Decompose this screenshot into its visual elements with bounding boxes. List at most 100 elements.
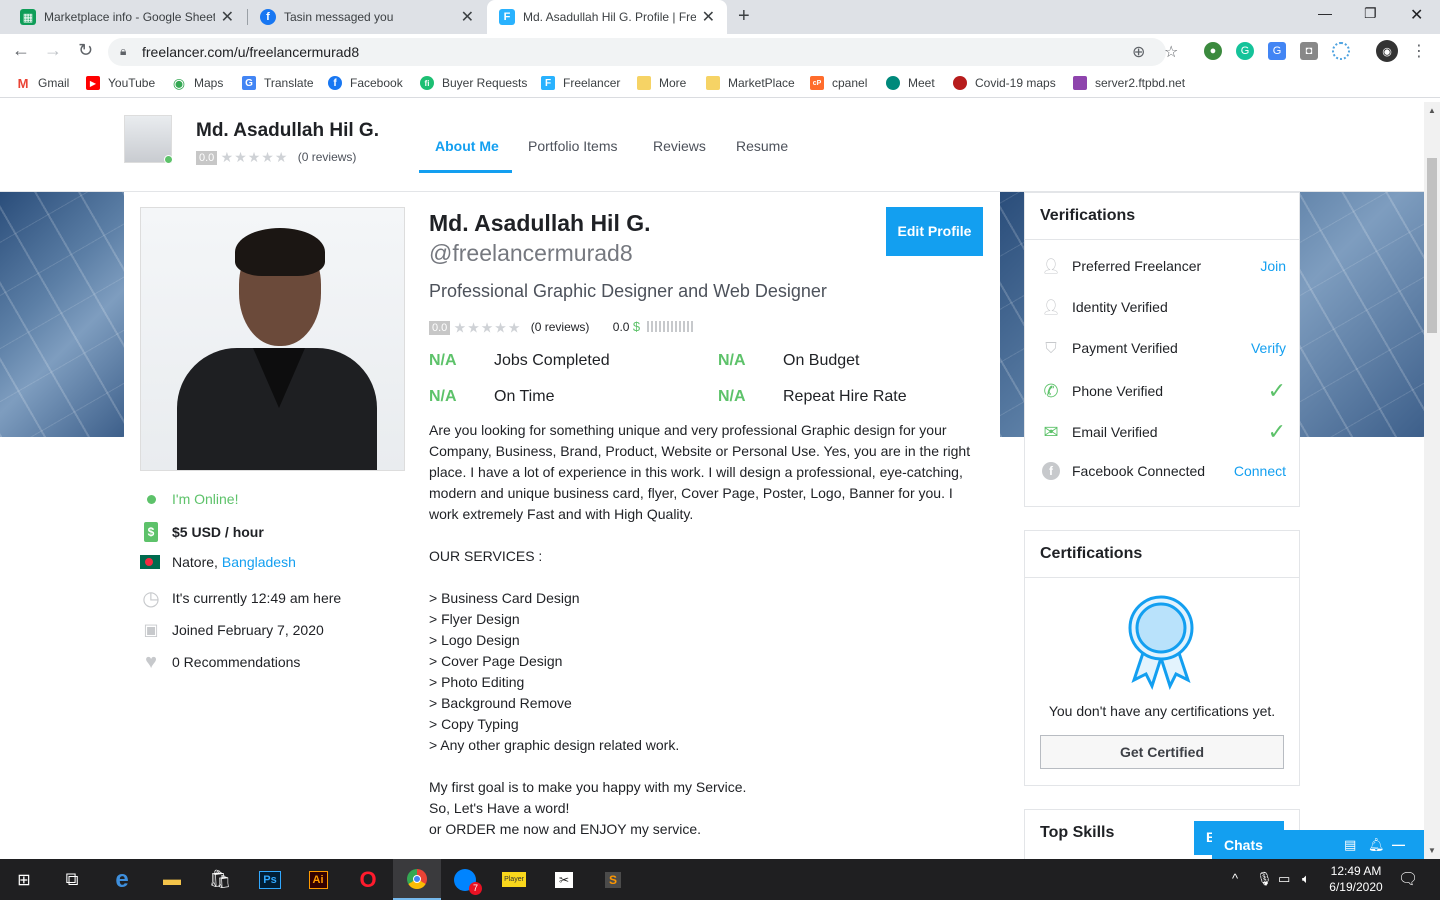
minimize-icon[interactable]: — [1318,5,1332,21]
connect-link[interactable]: Connect [1234,463,1286,479]
freelancer-icon: F [541,76,555,90]
grammarly-icon[interactable]: G [1236,42,1254,60]
messenger-icon[interactable]: 7 [441,859,489,900]
extension-earth-icon[interactable]: ● [1204,42,1222,60]
tab-google-sheets[interactable]: ▦ Marketplace info - Google Sheets ✕ [8,0,246,34]
avatar[interactable] [124,115,173,164]
location: Natore, Bangladesh [140,554,296,570]
certifications-title: Certifications [1025,531,1299,578]
clock-icon: ◷ [142,587,160,610]
show-hidden-icons[interactable]: ^ [1232,871,1238,886]
tab-resume[interactable]: Resume [736,138,788,154]
new-tab-button[interactable]: + [738,5,750,28]
chrome-icon[interactable] [393,859,441,900]
desc-line: So, Let's Have a word! [429,800,570,816]
forward-icon[interactable]: → [44,40,62,61]
verify-link[interactable]: Verify [1251,340,1286,356]
tab-freelancer-profile[interactable]: F Md. Asadullah Hil G. Profile | Freelan… [487,0,727,34]
chats-bar[interactable]: Chats ▤ 🔔︎ — [1212,830,1424,859]
profile-photo[interactable] [140,207,405,471]
bookmark-gmail[interactable]: M Gmail [16,76,70,91]
get-certified-button[interactable]: Get Certified [1040,735,1284,769]
menu-icon[interactable]: ⋮ [1410,42,1428,60]
illustrator-icon[interactable]: Ai [294,859,342,900]
join-link[interactable]: Join [1260,258,1286,274]
bookmark-meet[interactable]: Meet [886,76,935,90]
inbox-icon[interactable]: ▤ [1344,837,1356,853]
on-time-label: On Time [494,388,555,405]
bookmark-server[interactable]: server2.ftpbd.net [1073,76,1185,90]
tab-title: Md. Asadullah Hil G. Profile | Freelance… [523,10,696,24]
profile-handle: @freelancermurad8 [429,240,633,266]
page-scrollbar[interactable]: ▲ ▼ [1424,102,1440,859]
bangladesh-flag-icon [140,555,160,569]
bookmark-facebook[interactable]: f Facebook [328,76,403,90]
bookmark-youtube[interactable]: ▶ YouTube [86,76,155,90]
action-center-icon[interactable]: 🗨︎ [1398,869,1418,889]
bookmark-label: cpanel [832,76,868,90]
profile-avatar[interactable]: ◉ [1376,40,1398,62]
notification-badge: 7 [469,881,482,895]
address-bar[interactable]: 🔒︎ freelancer.com/u/freelancermurad8 ⊕ ☆ [108,38,1178,66]
bookmark-folder-more[interactable]: More [637,76,686,90]
edge-icon[interactable]: e [98,859,146,900]
close-tab-icon[interactable]: ✕ [221,7,234,27]
volume-icon[interactable]: 🔈︎ [1302,871,1310,887]
sublime-text-icon[interactable]: S [589,859,637,900]
verification-label: Facebook Connected [1072,463,1206,479]
dollar-icon: $ [144,522,158,542]
tab-facebook-message[interactable]: f Tasin messaged you ✕ [248,0,486,34]
verification-label: Identity Verified [1072,299,1168,315]
bookmark-buyer-requests[interactable]: fi Buyer Requests [420,76,527,90]
verification-facebook: f Facebook Connected Connect [1040,460,1286,482]
tab-reviews[interactable]: Reviews [653,138,706,154]
local-time: ◷ It's currently 12:49 am here [140,587,341,610]
scroll-up-icon[interactable]: ▲ [1428,106,1436,115]
desc-line [429,567,989,588]
bookmark-covid-maps[interactable]: Covid-19 maps [953,76,1056,90]
rating-badge: 0.0 [429,320,451,335]
snipping-tool-icon[interactable]: ✂ [540,859,588,900]
minimize-chat-icon[interactable]: — [1392,837,1405,852]
scroll-down-icon[interactable]: ▼ [1428,846,1436,855]
maximize-icon[interactable]: ❐ [1364,5,1377,22]
facebook-icon: f [328,76,342,90]
close-tab-icon[interactable]: ✕ [702,7,715,27]
edit-profile-button[interactable]: Edit Profile [886,207,983,256]
bookmark-star-icon[interactable]: ☆ [1164,42,1178,62]
bookmark-maps[interactable]: ◉ Maps [172,75,223,91]
file-explorer-icon[interactable]: ▬ [148,859,196,900]
photoshop-icon[interactable]: Ps [246,859,294,900]
reload-icon[interactable]: ↻ [78,40,93,61]
microphone-icon[interactable]: 🎙︎ [1256,871,1273,887]
network-icon[interactable]: ▭ [1278,871,1290,887]
task-view-icon[interactable]: ⧉ [48,859,96,900]
tab-about-me[interactable]: About Me [435,138,499,154]
windows-taskbar: ⊞ ⧉ e ▬ 🛍︎ Ps Ai O 7 Player ✂ S ^ 🎙︎ ▭ 🔈… [0,859,1440,900]
add-page-icon[interactable]: ⊕ [1132,42,1145,62]
bookmark-freelancer[interactable]: F Freelancer [541,76,620,90]
profile-rating: 0.0 ★★★★★ (0 reviews) 0.0 $ [429,319,695,336]
bookmark-folder-marketplace[interactable]: MarketPlace [706,76,795,90]
close-tab-icon[interactable]: ✕ [461,7,474,27]
bookmark-label: Translate [264,76,314,90]
windows-start-icon[interactable]: ⊞ [0,859,48,900]
bookmark-cpanel[interactable]: cP cpanel [810,76,867,90]
store-icon[interactable]: 🛍︎ [196,859,244,900]
loading-icon[interactable] [1332,42,1350,60]
lock-icon[interactable]: 🔒︎ [120,44,126,59]
country-link[interactable]: Bangladesh [222,554,296,570]
bookmark-translate[interactable]: G Translate [242,76,314,90]
clock[interactable]: 12:49 AM 6/19/2020 [1318,863,1394,895]
back-icon[interactable]: ← [12,40,30,61]
scrollbar-thumb[interactable] [1427,158,1437,333]
media-player-icon[interactable]: Player [490,859,538,900]
check-icon: ✓ [1267,419,1286,444]
camera-icon[interactable]: ◘ [1300,42,1318,60]
opera-icon[interactable]: O [344,859,392,900]
translate-extension-icon[interactable]: G [1268,42,1286,60]
close-window-icon[interactable]: ✕ [1410,5,1423,25]
tab-portfolio-items[interactable]: Portfolio Items [528,138,617,154]
on-time-value: N/A [429,388,457,405]
bell-icon[interactable]: 🔔︎ [1368,837,1385,853]
